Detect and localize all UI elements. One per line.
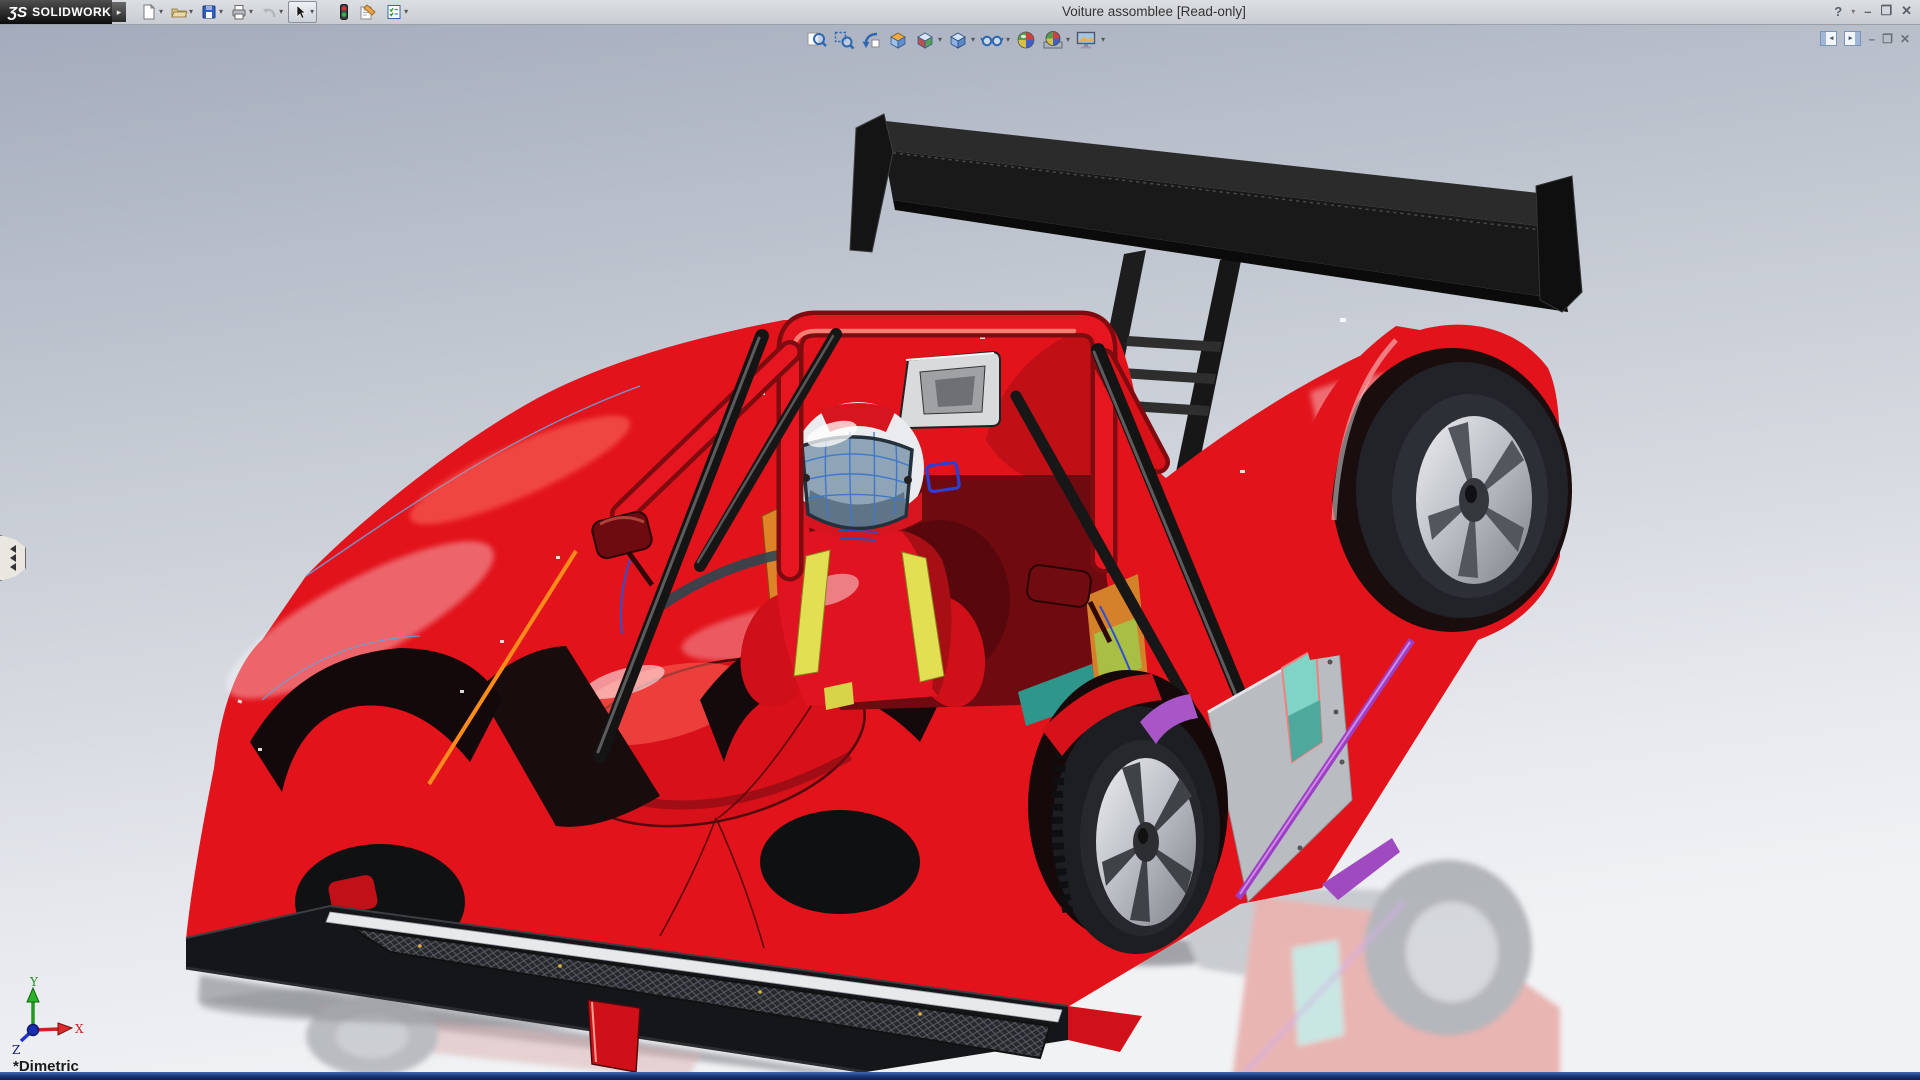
options-button[interactable]: ▾ [383,2,410,22]
rebuild-button[interactable] [335,2,353,22]
title-bar: ƷS SOLIDWORKS ▸ ▾ ▾ ▾ [0,0,1920,25]
dropdown-arrow-icon[interactable]: ▾ [249,8,253,16]
previous-view-button[interactable] [860,29,882,51]
dropdown-arrow-icon[interactable]: ▾ [310,8,314,16]
pane-toggle-left-button[interactable]: ◂ [1820,31,1837,46]
solidworks-window: Y X Z [0,0,1920,1080]
previous-view-icon [860,29,882,51]
section-view-icon [887,29,909,51]
apply-scene-button[interactable]: ▾ [1042,29,1070,51]
heads-up-view-toolbar: ▾ ▾ ▾ [806,29,1105,51]
help-button[interactable]: ? [1834,4,1842,19]
checklist-icon [385,3,403,21]
save-button[interactable]: ▾ [198,2,225,22]
eyeglasses-icon [980,29,1004,51]
dropdown-arrow-icon[interactable]: ▾ [219,8,223,16]
collapse-arrow-icon [10,563,16,571]
help-dropdown-arrow-icon[interactable]: ▾ [1851,7,1855,16]
select-cursor-icon [291,3,309,21]
pane-toggle-right-button[interactable]: ▸ [1844,31,1861,46]
hide-show-items-button[interactable]: ▾ [980,29,1010,51]
print-icon [230,3,248,21]
edit-appearance-button[interactable] [1015,29,1037,51]
ds-logo-icon: ƷS [8,4,27,21]
document-window-controls: ◂ ▸ – ❐ ✕ [1820,31,1910,46]
logo-wordmark: SOLIDWORKS [32,5,120,19]
zoom-fit-icon [806,29,828,51]
main-toolbar: ▾ ▾ ▾ ▾ [138,1,410,23]
doc-restore-button[interactable]: ❐ [1882,32,1893,46]
display-style-button[interactable]: ▾ [947,29,975,51]
model-view[interactable]: Y X Z [0,24,1920,1080]
svg-text:Z: Z [12,1043,20,1057]
section-view-button[interactable] [887,29,909,51]
save-floppy-icon [200,3,218,21]
edit-note-icon [358,3,378,21]
doc-close-button[interactable]: ✕ [1900,32,1910,46]
view-orientation-icon [914,29,936,51]
collapse-arrow-icon [10,545,16,553]
new-document-icon [140,3,158,21]
driver-helmet[interactable] [792,402,924,540]
dropdown-arrow-icon[interactable]: ▾ [1066,36,1070,44]
new-button[interactable]: ▾ [138,2,165,22]
restore-button[interactable]: ❐ [1880,3,1892,19]
dropdown-arrow-icon[interactable]: ▾ [159,8,163,16]
dropdown-arrow-icon[interactable]: ▾ [404,8,408,16]
appearance-button[interactable] [356,2,380,22]
undo-arrow-icon [260,3,278,21]
dropdown-arrow-icon[interactable]: ▾ [1101,36,1105,44]
svg-text:X: X [75,1022,84,1036]
view-orientation-button[interactable]: ▾ [914,29,942,51]
collapse-arrow-icon [10,554,16,562]
window-bottom-edge [0,1072,1920,1080]
print-button[interactable]: ▾ [228,2,255,22]
dropdown-arrow-icon[interactable]: ▾ [971,36,975,44]
dropdown-arrow-icon[interactable]: ▾ [938,36,942,44]
menu-flyout-button[interactable]: ▸ [112,2,126,22]
window-controls: ? ▾ – ❐ ✕ [1834,3,1912,19]
graphics-area[interactable]: Y X Z [0,24,1920,1080]
close-button[interactable]: ✕ [1901,3,1912,19]
apply-scene-icon [1042,29,1064,51]
zoom-area-icon [833,29,855,51]
dropdown-arrow-icon[interactable]: ▾ [1006,36,1010,44]
zoom-to-fit-button[interactable] [806,29,828,51]
open-folder-icon [170,3,188,21]
dropdown-arrow-icon[interactable]: ▾ [189,8,193,16]
open-button[interactable]: ▾ [168,2,195,22]
doc-minimize-button[interactable]: – [1868,32,1875,46]
undo-button[interactable]: ▾ [258,2,285,22]
zoom-to-area-button[interactable] [833,29,855,51]
view-settings-button[interactable]: ▾ [1075,29,1105,51]
select-tool-button[interactable]: ▾ [288,1,317,23]
dropdown-arrow-icon[interactable]: ▾ [279,8,283,16]
solidworks-logo: ƷS SOLIDWORKS [0,0,112,24]
traffic-light-icon [337,3,351,21]
monitor-icon [1075,29,1099,51]
air-intake-box[interactable] [900,352,1000,428]
minimize-button[interactable]: – [1864,4,1871,19]
front-right-tire[interactable] [760,810,920,914]
display-style-icon [947,29,969,51]
svg-text:Y: Y [29,975,39,989]
appearance-ball-icon [1015,29,1037,51]
window-title: Voiture assomblee [Read-only] [1062,4,1246,19]
